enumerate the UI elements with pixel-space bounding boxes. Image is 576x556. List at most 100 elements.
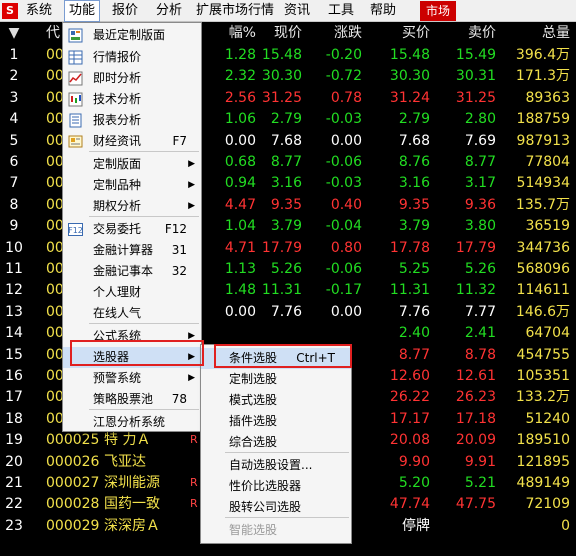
cell-idx: 23: [5, 517, 23, 534]
cell-idx: 16: [5, 368, 23, 384]
cell-price: 7.76: [270, 303, 302, 320]
cell-code: 000029: [46, 517, 100, 534]
cell-name: 深圳能源: [104, 475, 160, 491]
cell-bid: 17.78: [389, 239, 430, 256]
function-menu-item[interactable]: 在线人气: [63, 303, 201, 324]
candlestick-icon: [68, 92, 83, 107]
cell-vol: 0: [561, 517, 570, 534]
function-menu-item[interactable]: 选股器 ▶: [63, 347, 201, 368]
cell-idx: 20: [5, 453, 23, 470]
cell-price: 8.77: [270, 154, 302, 170]
cell-pct: 1.13: [224, 261, 256, 277]
cell-bid: 7.68: [398, 132, 430, 149]
header-volume[interactable]: 总量: [500, 22, 570, 44]
function-menu-item[interactable]: 即时分析: [63, 68, 201, 89]
function-menu-item[interactable]: 财经资讯 F7: [63, 131, 201, 152]
menu-item-shortcut: 78: [171, 392, 187, 406]
function-menu-item[interactable]: 金融计算器 31: [63, 240, 201, 261]
menu-item-label: 技术分析: [93, 92, 142, 106]
cell-price: 3.16: [270, 175, 302, 192]
menu-item-label: 预警系统: [93, 371, 142, 385]
cell-vol: 188759: [516, 111, 570, 128]
stock-picker-item[interactable]: 自动选股设置...: [201, 455, 351, 476]
menu-function[interactable]: 功能: [64, 0, 101, 22]
stock-picker-item[interactable]: 插件选股: [201, 411, 351, 432]
cell-idx: 21: [5, 475, 23, 491]
menu-analysis[interactable]: 分析: [152, 0, 186, 22]
cell-ask: 11.32: [455, 282, 496, 299]
function-menu-item[interactable]: 技术分析: [63, 89, 201, 110]
function-menu-item[interactable]: 江恩分析系统: [63, 412, 201, 433]
menu-news[interactable]: 资讯: [280, 0, 314, 22]
stock-picker-item[interactable]: 性价比选股器: [201, 476, 351, 497]
cell-ask: 15.49: [455, 47, 496, 63]
cell-bid: 3.16: [398, 175, 430, 192]
cell-price: 2.79: [270, 111, 302, 128]
function-menu-item[interactable]: 最近定制版面: [63, 25, 201, 46]
function-menu-item[interactable]: 策略股票池 78: [63, 389, 201, 410]
sort-arrow-icon[interactable]: ▼: [0, 22, 28, 44]
market-button[interactable]: 市场: [420, 1, 456, 21]
cell-ask: 20.09: [455, 432, 496, 449]
menu-item-shortcut: F7: [172, 134, 187, 148]
menu-item-label: 在线人气: [93, 306, 142, 320]
stock-picker-item[interactable]: 模式选股: [201, 390, 351, 411]
cell-idx: 1: [9, 47, 19, 63]
header-change[interactable]: 涨跌: [308, 22, 362, 44]
quote-table-icon: [68, 50, 83, 65]
cell-pct: 1.48: [224, 282, 256, 299]
function-menu-item[interactable]: 定制品种 ▶: [63, 175, 201, 196]
cell-price: 17.79: [261, 239, 302, 256]
menu-item-label: 金融计算器: [93, 243, 154, 257]
cell-vol: 396.4万: [515, 47, 570, 63]
stock-picker-item[interactable]: 股转公司选股: [201, 497, 351, 518]
stock-picker-item[interactable]: 条件选股 Ctrl+T: [201, 348, 351, 369]
cell-bid: 11.31: [389, 282, 430, 299]
function-menu-item[interactable]: 期权分析 ▶: [63, 196, 201, 217]
cell-vol: 114611: [516, 282, 570, 299]
line-chart-icon: [68, 71, 83, 86]
cell-bid: 30.30: [389, 68, 430, 85]
stock-picker-item[interactable]: 定制选股: [201, 369, 351, 390]
function-menu-item[interactable]: 定制版面 ▶: [63, 154, 201, 175]
function-menu-item[interactable]: 金融记事本 32: [63, 261, 201, 282]
function-menu: 最近定制版面 行情报价 即时分析技术分析报表分析 财经资讯 F7 定制版面 ▶ 定制品种 ▶ 期权…: [62, 22, 202, 432]
menu-system[interactable]: 系统: [22, 0, 56, 22]
header-bid[interactable]: 买价: [368, 22, 430, 44]
cell-pct: 4.71: [224, 239, 256, 256]
cell-vol: 146.6万: [515, 303, 570, 320]
menu-item-label: 选股器: [93, 350, 130, 364]
menu-help[interactable]: 帮助: [366, 0, 400, 22]
menu-item-label: 股转公司选股: [229, 500, 302, 514]
cell-price: 9.35: [270, 196, 302, 213]
cell-idx: 12: [5, 282, 23, 299]
function-menu-item[interactable]: F12 交易委托 F12: [63, 219, 201, 240]
cell-vol: 135.7万: [515, 196, 570, 213]
cell-vol: 89363: [525, 89, 570, 106]
menu-extended-market[interactable]: 扩展市场行情: [192, 0, 278, 22]
menu-item-label: 综合选股: [229, 435, 278, 449]
menu-item-label: 策略股票池: [93, 392, 154, 406]
menu-tools[interactable]: 工具: [324, 0, 358, 22]
stock-picker-item[interactable]: 综合选股: [201, 432, 351, 453]
header-ask[interactable]: 卖价: [436, 22, 496, 44]
cell-vol: 514934: [516, 175, 570, 192]
function-menu-item[interactable]: 预警系统 ▶: [63, 368, 201, 389]
menu-quote[interactable]: 报价: [108, 0, 142, 22]
cell-pct: 1.04: [224, 218, 256, 235]
function-menu-item[interactable]: 报表分析: [63, 110, 201, 131]
cell-chg: -0.03: [325, 175, 362, 192]
menu-item-shortcut: 32: [171, 264, 187, 278]
function-menu-item[interactable]: 公式系统 ▶: [63, 326, 201, 347]
menu-item-label: 个人理财: [93, 285, 142, 299]
header-change-pct[interactable]: 幅%: [196, 22, 256, 44]
function-menu-item[interactable]: 行情报价: [63, 47, 201, 68]
cell-vol: 36519: [525, 218, 570, 235]
cell-bid: 3.79: [398, 218, 430, 235]
cell-idx: 13: [5, 303, 23, 320]
function-menu-item[interactable]: 个人理财: [63, 282, 201, 303]
cell-pct: 0.00: [224, 132, 256, 149]
header-price[interactable]: 现价: [260, 22, 302, 44]
cell-code: 000028: [46, 496, 100, 513]
cell-idx: 14: [5, 325, 23, 342]
